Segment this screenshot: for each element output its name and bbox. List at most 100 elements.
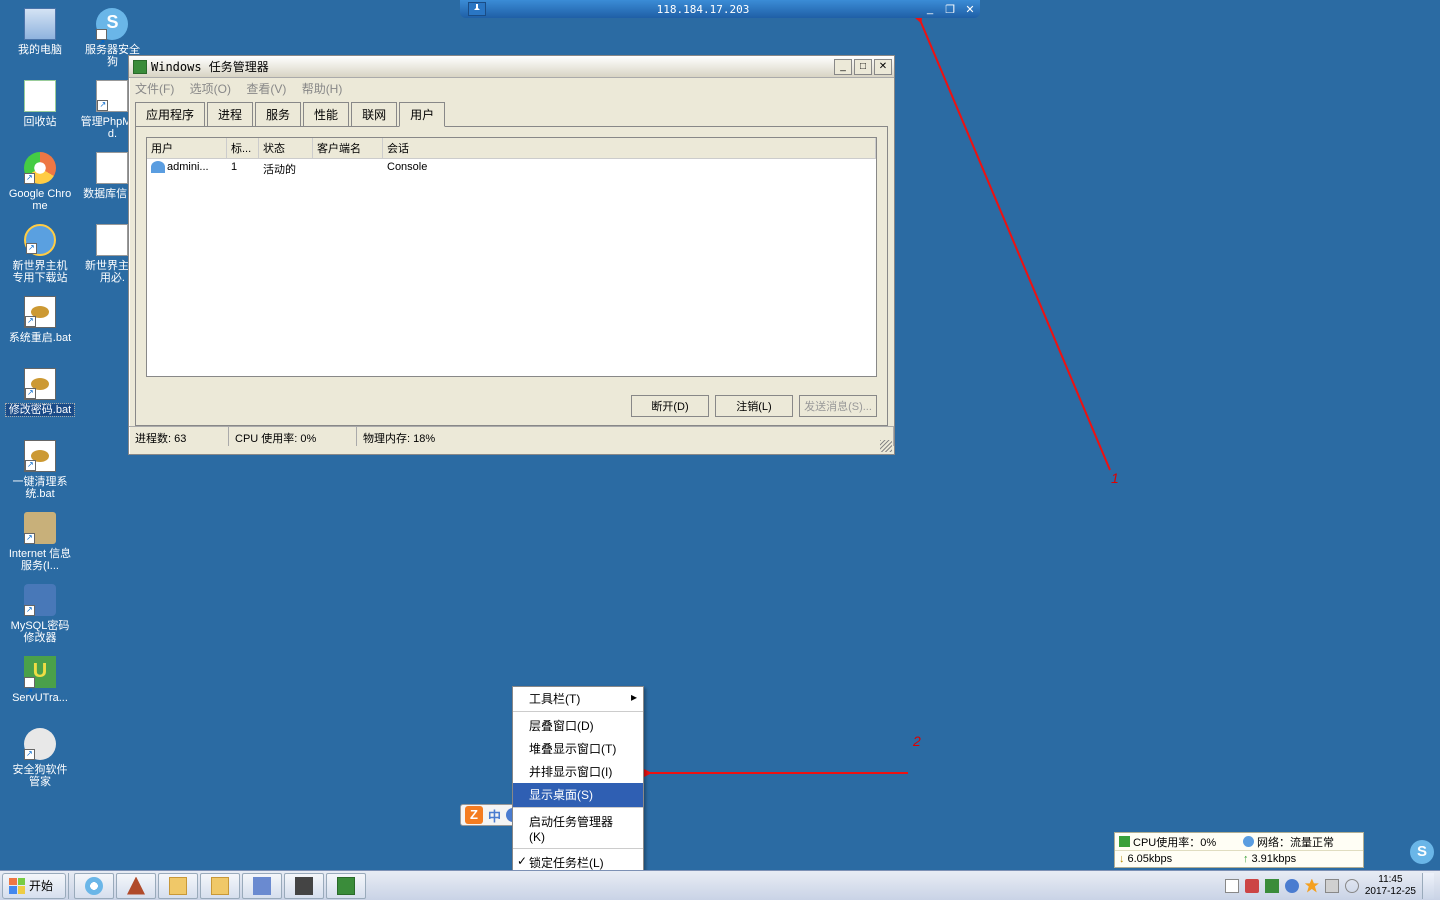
- quicklaunch-app2[interactable]: [284, 873, 324, 899]
- menu-help[interactable]: 帮助(H): [302, 82, 343, 96]
- context-menu-item[interactable]: 堆叠显示窗口(T): [513, 737, 643, 760]
- taskbar-context-menu[interactable]: 工具栏(T)▸层叠窗口(D)堆叠显示窗口(T)并排显示窗口(I)显示桌面(S)启…: [512, 686, 644, 898]
- ime-mode[interactable]: 中: [488, 806, 501, 825]
- tray-item[interactable]: [1305, 879, 1319, 893]
- rdp-minimize-button[interactable]: _: [920, 3, 940, 15]
- task-manager-statusbar: 进程数: 63 CPU 使用率: 0% 物理内存: 18%: [129, 426, 894, 446]
- shortcut-overlay-icon: [26, 243, 37, 254]
- desktop-icon-label: 我的电脑: [6, 44, 74, 56]
- desktop-icon-label: Internet 信息服务(I...: [6, 548, 74, 572]
- desktop[interactable]: 我的电脑回收站Google Chrome 新世界主机专用下载站系统重启.bat修改…: [6, 6, 146, 798]
- send-message-button[interactable]: 发送消息(S)...: [799, 395, 877, 417]
- col-state[interactable]: 状态: [259, 138, 313, 158]
- show-desktop-button[interactable]: [1422, 873, 1434, 899]
- quicklaunch-explorer[interactable]: [158, 873, 198, 899]
- col-id[interactable]: 标...: [227, 138, 259, 158]
- quicklaunch-network[interactable]: [242, 873, 282, 899]
- desktop-icon[interactable]: 我的电脑: [6, 6, 74, 78]
- bat-icon: [24, 296, 56, 328]
- clock-time: 11:45: [1365, 874, 1416, 886]
- logoff-button[interactable]: 注销(L): [715, 395, 793, 417]
- tab-processes[interactable]: 进程: [207, 102, 253, 127]
- tab-networking[interactable]: 联网: [351, 102, 397, 127]
- taskbar[interactable]: 开始 11:45 2017-12-25: [0, 870, 1440, 900]
- desktop-icon-label: 一键清理系统.bat: [6, 476, 74, 500]
- tab-applications[interactable]: 应用程序: [135, 102, 205, 127]
- rdp-restore-button[interactable]: ❐: [940, 3, 960, 16]
- tray-item[interactable]: [1225, 879, 1239, 893]
- shortcut-overlay-icon: [97, 100, 108, 111]
- safedog-tray-popup[interactable]: CPU使用率：0% 网络：流量正常 ↓6.05kbps ↑3.91kbps: [1114, 832, 1364, 868]
- col-session[interactable]: 会话: [383, 138, 876, 158]
- desktop-icon[interactable]: Google Chrome: [6, 150, 74, 222]
- annotation-label-2: 2: [913, 733, 921, 749]
- safedog-bubble-icon[interactable]: S: [1410, 840, 1434, 864]
- maximize-button[interactable]: □: [854, 59, 872, 75]
- check-icon: ✓: [517, 854, 527, 868]
- task-manager-menubar[interactable]: 文件(F) 选项(O) 查看(V) 帮助(H): [129, 78, 894, 97]
- quicklaunch-taskmgr[interactable]: [326, 873, 366, 899]
- menu-view[interactable]: 查看(V): [246, 82, 286, 96]
- bat-icon: [24, 440, 56, 472]
- desktop-icon-label: 新世界主机专用下载站: [6, 260, 74, 284]
- user-list[interactable]: 用户 标... 状态 客户端名 会话 admini... 1 活动的 Conso…: [146, 137, 877, 377]
- desktop-icon[interactable]: 安全狗软件管家: [6, 726, 74, 798]
- user-icon: [151, 161, 165, 173]
- desktop-icon[interactable]: 回收站: [6, 78, 74, 150]
- desktop-icon[interactable]: 修改密码.bat: [6, 366, 74, 438]
- col-client[interactable]: 客户端名: [313, 138, 383, 158]
- desktop-icon[interactable]: Internet 信息服务(I...: [6, 510, 74, 582]
- task-manager-body: 用户 标... 状态 客户端名 会话 admini... 1 活动的 Conso…: [135, 126, 888, 426]
- tab-users[interactable]: 用户: [399, 102, 445, 127]
- chrome-icon: [24, 152, 56, 184]
- tab-performance[interactable]: 性能: [303, 102, 349, 127]
- desktop-icon[interactable]: 新世界主机专用下载站: [6, 222, 74, 294]
- user-row[interactable]: admini... 1 活动的 Console: [147, 159, 876, 179]
- quicklaunch-app1[interactable]: [116, 873, 156, 899]
- quicklaunch-browser[interactable]: [74, 873, 114, 899]
- ime-logo-icon[interactable]: Z: [465, 806, 483, 824]
- rdp-close-button[interactable]: ✕: [960, 3, 980, 16]
- shortcut-overlay-icon: [24, 533, 35, 544]
- desktop-icon[interactable]: 系统重启.bat: [6, 294, 74, 366]
- context-menu-item[interactable]: 并排显示窗口(I): [513, 760, 643, 783]
- browser-icon: [85, 877, 103, 895]
- taskbar-clock[interactable]: 11:45 2017-12-25: [1365, 874, 1416, 898]
- quicklaunch-explorer2[interactable]: [200, 873, 240, 899]
- user-list-header[interactable]: 用户 标... 状态 客户端名 会话: [147, 138, 876, 159]
- tab-services[interactable]: 服务: [255, 102, 301, 127]
- tray-item[interactable]: [1265, 879, 1279, 893]
- tray-volume-icon[interactable]: [1345, 879, 1359, 893]
- system-tray[interactable]: 11:45 2017-12-25: [1225, 873, 1440, 899]
- context-menu-item[interactable]: 显示桌面(S): [513, 783, 643, 808]
- tray-up: 3.91kbps: [1252, 853, 1297, 865]
- shortcut-overlay-icon: [24, 677, 35, 688]
- task-manager-window[interactable]: Windows 任务管理器 _ □ ✕ 文件(F) 选项(O) 查看(V) 帮助…: [128, 55, 895, 455]
- safedog-icon: [24, 728, 56, 760]
- resize-grip[interactable]: [880, 440, 892, 452]
- recycle-icon: [24, 80, 56, 112]
- task-manager-titlebar[interactable]: Windows 任务管理器 _ □ ✕: [129, 56, 894, 78]
- clock-date: 2017-12-25: [1365, 886, 1416, 898]
- rdp-pin-button[interactable]: [468, 2, 486, 16]
- rdp-connection-bar[interactable]: 118.184.17.203 _ ❐ ✕: [460, 0, 980, 18]
- context-menu-item[interactable]: 工具栏(T)▸: [513, 687, 643, 712]
- disconnect-button[interactable]: 断开(D): [631, 395, 709, 417]
- menu-options[interactable]: 选项(O): [190, 82, 231, 96]
- tray-item[interactable]: [1285, 879, 1299, 893]
- tray-network-icon[interactable]: [1325, 879, 1339, 893]
- desktop-icon[interactable]: MySQL密码修改器: [6, 582, 74, 654]
- desktop-icon[interactable]: 一键清理系统.bat: [6, 438, 74, 510]
- col-user[interactable]: 用户: [147, 138, 227, 158]
- start-button[interactable]: 开始: [2, 873, 66, 899]
- context-menu-item[interactable]: 启动任务管理器(K): [513, 810, 643, 849]
- context-menu-item[interactable]: 层叠窗口(D): [513, 714, 643, 737]
- annotation-arrow-2: [638, 758, 918, 788]
- computer-icon: [24, 8, 56, 40]
- minimize-button[interactable]: _: [834, 59, 852, 75]
- desktop-icon-label: MySQL密码修改器: [6, 620, 74, 644]
- close-button[interactable]: ✕: [874, 59, 892, 75]
- tray-item[interactable]: [1245, 879, 1259, 893]
- desktop-icon[interactable]: UServUTra...: [6, 654, 74, 726]
- menu-file[interactable]: 文件(F): [135, 82, 174, 96]
